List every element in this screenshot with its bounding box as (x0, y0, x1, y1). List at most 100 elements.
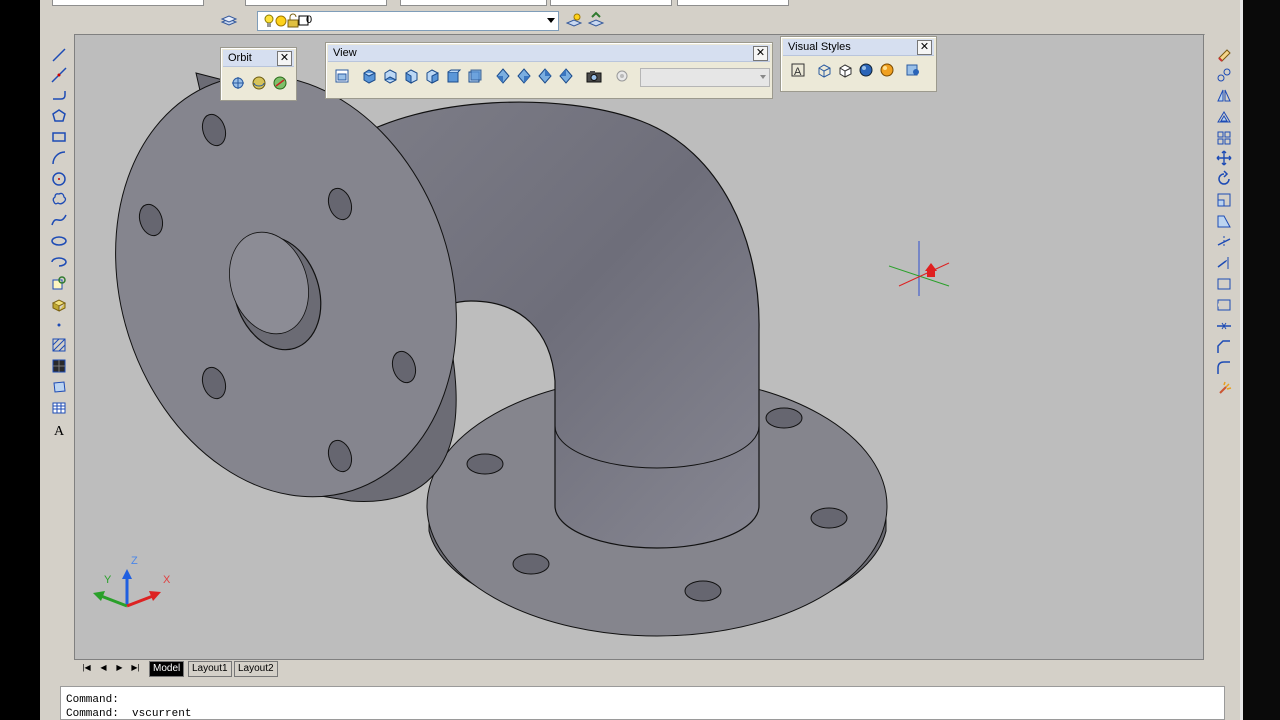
move-icon[interactable] (1215, 149, 1233, 167)
first-tab-button[interactable]: |◀ (79, 662, 94, 674)
command-line[interactable]: Command: Command: vscurrent (60, 686, 1225, 720)
ucs-z-label: Z (131, 555, 138, 567)
modify-toolbar (1205, 34, 1240, 684)
realistic-icon[interactable] (857, 61, 875, 79)
visual-styles-close-button[interactable]: ✕ (917, 40, 932, 55)
multiline-text-icon[interactable]: A (50, 420, 68, 438)
arc-icon[interactable] (50, 149, 68, 167)
rotate-icon[interactable] (1215, 170, 1233, 188)
draw-toolbar: A (40, 34, 75, 684)
3d-hidden-icon[interactable] (836, 61, 854, 79)
orbit-toolbar-title: Orbit (228, 52, 252, 64)
sw-iso-view-icon[interactable] (494, 67, 512, 85)
layer-properties-icon[interactable] (220, 11, 238, 29)
toolbar-fragment (245, 0, 387, 6)
ne-iso-view-icon[interactable] (536, 67, 554, 85)
chamfer-icon[interactable] (1215, 338, 1233, 356)
current-layer-name: 0 (306, 14, 313, 26)
insert-block-icon[interactable] (50, 274, 68, 292)
command-history-line: Command: vscurrent (66, 708, 192, 720)
tab-layout2[interactable]: Layout2 (234, 661, 278, 677)
ellipse-arc-icon[interactable] (50, 253, 68, 271)
make-current-icon[interactable] (565, 11, 583, 29)
chevron-down-icon[interactable] (547, 18, 555, 23)
break-icon[interactable] (1215, 296, 1233, 314)
continuous-orbit-icon[interactable] (271, 74, 289, 92)
stretch-icon[interactable] (1215, 212, 1233, 230)
autocad-window: 0 A Z Y X Orbit ✕ View ✕ Visual Styles ✕… (40, 0, 1240, 720)
window-border (1240, 0, 1243, 720)
bolt-hole (466, 453, 504, 475)
bolt-hole (810, 507, 848, 529)
explode-icon[interactable] (1215, 380, 1233, 398)
view-dropdown-icon[interactable] (613, 67, 631, 85)
layer-dropdown[interactable]: 0 (257, 11, 559, 31)
bolt-hole (765, 407, 803, 429)
revision-cloud-icon[interactable] (50, 190, 68, 208)
mirror-icon[interactable] (1215, 87, 1233, 105)
tab-layout1[interactable]: Layout1 (188, 661, 232, 677)
next-tab-button[interactable]: ▶ (112, 662, 127, 674)
toolbar-fragment (52, 0, 204, 6)
visual-styles-title: Visual Styles (788, 41, 851, 53)
crosshair-cursor-icon (888, 241, 950, 296)
ucs-icon: Z Y X (93, 555, 171, 608)
ellipse-icon[interactable] (50, 232, 68, 250)
ucs-x-label: X (163, 574, 171, 586)
line-icon[interactable] (50, 46, 68, 64)
desktop-edge (1240, 0, 1280, 720)
conceptual-icon[interactable] (878, 61, 896, 79)
prev-tab-button[interactable]: ◀ (96, 662, 111, 674)
front-view-icon[interactable] (444, 67, 462, 85)
view-close-button[interactable]: ✕ (753, 46, 768, 61)
nw-iso-view-icon[interactable] (557, 67, 575, 85)
view-toolbar-title: View (333, 47, 357, 59)
fillet-icon[interactable] (1215, 359, 1233, 377)
hatch-icon[interactable] (50, 336, 68, 354)
bottom-view-icon[interactable] (381, 67, 399, 85)
orbit-close-button[interactable]: ✕ (277, 51, 292, 66)
back-view-icon[interactable] (465, 67, 483, 85)
last-tab-button[interactable]: ▶| (128, 662, 143, 674)
join-icon[interactable] (1215, 317, 1233, 335)
polyline-icon[interactable] (50, 86, 68, 104)
pipe-elbow-model: Z Y X (93, 72, 950, 637)
construction-line-icon[interactable] (50, 66, 68, 84)
make-block-icon[interactable] (50, 295, 68, 313)
circle-icon[interactable] (50, 170, 68, 188)
trim-icon[interactable] (1215, 233, 1233, 251)
rectangle-icon[interactable] (50, 128, 68, 146)
bolt-hole (684, 580, 722, 602)
free-orbit-icon[interactable] (250, 74, 268, 92)
gradient-icon[interactable] (50, 357, 68, 375)
bolt-hole (512, 553, 550, 575)
right-view-icon[interactable] (423, 67, 441, 85)
spline-icon[interactable] (50, 211, 68, 229)
command-history-line: Command: (66, 694, 119, 706)
view-select[interactable] (640, 68, 770, 87)
drawing-viewport[interactable]: Z Y X Orbit ✕ View ✕ Visual Styles ✕ A (74, 34, 1204, 660)
offset-icon[interactable] (1215, 108, 1233, 126)
array-icon[interactable] (1215, 129, 1233, 147)
constrained-orbit-icon[interactable] (229, 74, 247, 92)
view-toolbar: View ✕ (325, 42, 773, 99)
2d-wireframe-icon[interactable]: A (789, 61, 807, 79)
top-view-icon[interactable] (360, 67, 378, 85)
table-icon[interactable] (50, 399, 68, 417)
point-icon[interactable] (50, 316, 68, 334)
copy-icon[interactable] (1215, 66, 1233, 84)
break-at-point-icon[interactable] (1215, 275, 1233, 293)
region-icon[interactable] (50, 378, 68, 396)
3d-wireframe-icon[interactable] (815, 61, 833, 79)
tab-model[interactable]: Model (149, 661, 185, 677)
polygon-icon[interactable] (50, 107, 68, 125)
manage-visual-styles-icon[interactable] (904, 61, 922, 79)
named-views-icon[interactable] (333, 67, 351, 85)
extend-icon[interactable] (1215, 254, 1233, 272)
scale-icon[interactable] (1215, 191, 1233, 209)
layer-previous-icon[interactable] (587, 11, 605, 29)
se-iso-view-icon[interactable] (515, 67, 533, 85)
camera-icon[interactable] (585, 67, 603, 85)
erase-icon[interactable] (1215, 45, 1233, 63)
left-view-icon[interactable] (402, 67, 420, 85)
